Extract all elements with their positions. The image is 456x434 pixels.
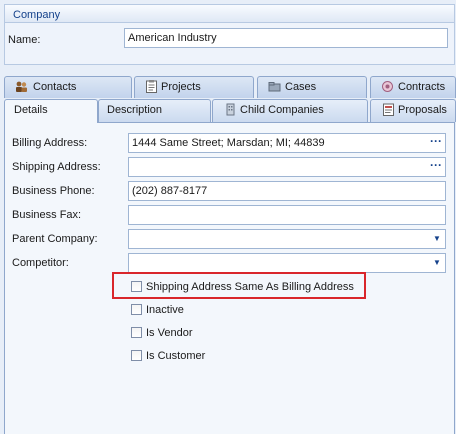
tab-contracts[interactable]: Contracts (370, 76, 456, 98)
billing-address-value: 1444 Same Street; Marsdan; MI; 44839 (132, 137, 325, 149)
business-fax-label: Business Fax: (12, 209, 82, 221)
cases-icon (268, 80, 281, 93)
shipping-address-field[interactable]: ··· (128, 157, 446, 177)
billing-address-label: Billing Address: (12, 137, 88, 149)
tab-description-label: Description (107, 104, 163, 116)
tab-details[interactable]: Details (4, 99, 98, 123)
tab-contacts-label: Contacts (33, 81, 77, 93)
tab-projects[interactable]: Projects (134, 76, 254, 98)
shipping-same-label: Shipping Address Same As Billing Address (146, 281, 354, 293)
proposals-icon (382, 103, 395, 116)
shipping-address-ellipsis-button[interactable]: ··· (427, 158, 445, 176)
tab-description[interactable]: Description (98, 99, 211, 122)
is-vendor-label: Is Vendor (146, 327, 193, 339)
shipping-address-label: Shipping Address: (12, 161, 101, 173)
projects-icon (145, 80, 158, 93)
is-vendor-checkbox[interactable] (131, 327, 142, 338)
billing-address-field[interactable]: 1444 Same Street; Marsdan; MI; 44839 ··· (128, 133, 446, 153)
company-group-header: Company (5, 5, 454, 23)
business-phone-label: Business Phone: (12, 185, 95, 197)
tab-child-companies[interactable]: Child Companies (212, 99, 368, 122)
tab-proposals[interactable]: Proposals (370, 99, 456, 122)
billing-address-ellipsis-button[interactable]: ··· (427, 134, 445, 152)
tab-projects-label: Projects (161, 81, 201, 93)
chevron-down-icon[interactable]: ▼ (430, 254, 444, 272)
is-customer-label: Is Customer (146, 350, 206, 362)
tab-proposals-label: Proposals (398, 104, 447, 116)
inactive-label: Inactive (146, 304, 184, 316)
name-input[interactable]: American Industry (124, 28, 448, 48)
parent-company-label: Parent Company: (12, 233, 98, 245)
tab-cases[interactable]: Cases (257, 76, 367, 98)
chevron-down-icon[interactable]: ▼ (430, 230, 444, 248)
parent-company-select[interactable]: ▼ (128, 229, 446, 249)
name-label: Name: (8, 34, 41, 46)
child-companies-icon (224, 103, 237, 116)
shipping-same-checkbox[interactable] (131, 281, 142, 292)
inactive-checkbox[interactable] (131, 304, 142, 315)
tab-details-label: Details (14, 104, 48, 116)
tab-contracts-label: Contracts (398, 81, 446, 93)
tab-contacts[interactable]: Contacts (4, 76, 132, 98)
business-phone-field[interactable]: (202) 887-8177 (128, 181, 446, 201)
tab-child-companies-label: Child Companies (240, 104, 324, 116)
contacts-icon (15, 80, 28, 93)
competitor-select[interactable]: ▼ (128, 253, 446, 273)
contracts-icon (381, 80, 394, 93)
business-fax-field[interactable] (128, 205, 446, 225)
is-customer-checkbox[interactable] (131, 350, 142, 361)
competitor-label: Competitor: (12, 257, 69, 269)
tab-cases-label: Cases (285, 81, 317, 93)
